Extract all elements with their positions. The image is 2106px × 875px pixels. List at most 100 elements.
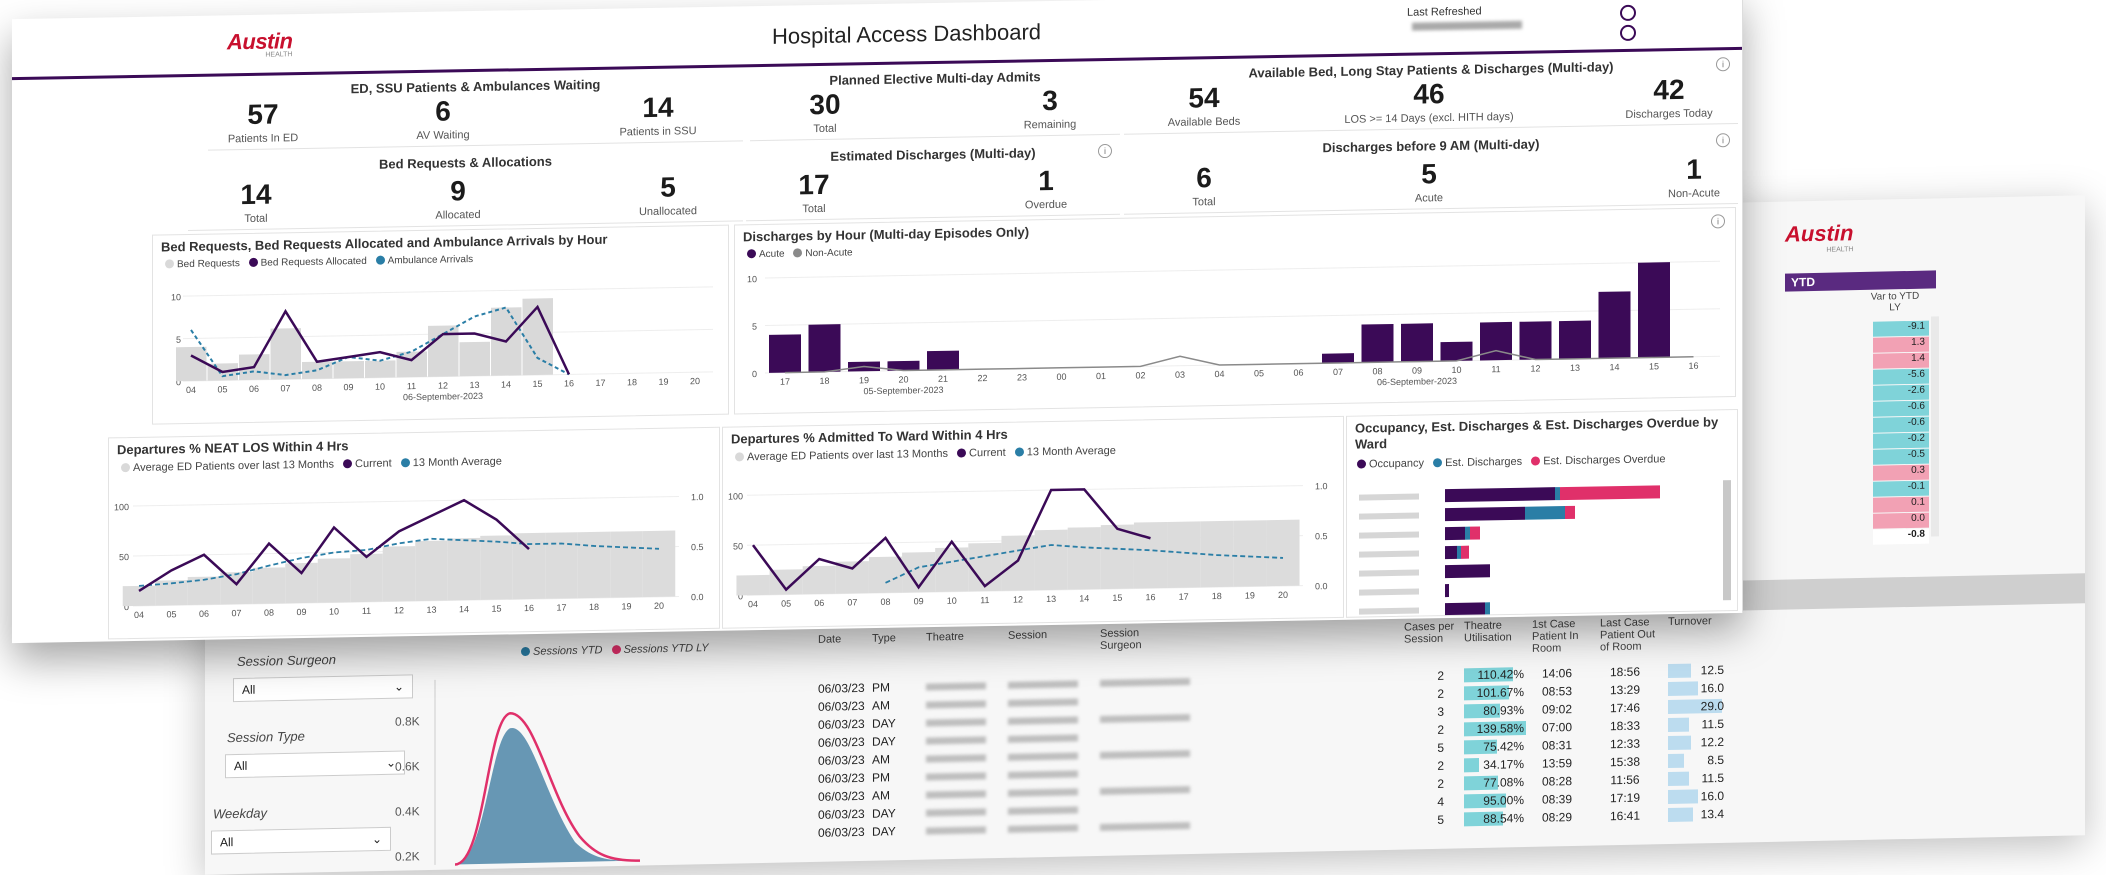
table-header[interactable]: 1st Case Patient In Room: [1532, 618, 1598, 655]
var-cell: 0.3: [1873, 464, 1929, 481]
neat-los-panel: Departures % NEAT LOS Within 4 Hrs Avera…: [108, 426, 720, 640]
x-tick: 03: [1175, 370, 1185, 380]
density-tick: 0.6K: [395, 759, 420, 774]
bar-est-overdue: [1565, 505, 1575, 519]
cell-last: 17:46: [1609, 700, 1641, 716]
occupancy-scrollbar[interactable]: [1723, 480, 1731, 601]
table-header[interactable]: Session: [1008, 628, 1074, 642]
x-tick: 11: [980, 595, 989, 605]
table-header[interactable]: Turnover: [1668, 615, 1734, 628]
x-tick: 18: [627, 377, 637, 387]
x-tick: 20: [1278, 590, 1288, 600]
back-logo-text: Austin: [1785, 220, 1854, 247]
chart5-title: Occupancy, Est. Discharges & Est. Discha…: [1355, 414, 1719, 452]
kpi-label: Total: [802, 202, 826, 216]
x-tick: 19: [658, 377, 668, 387]
x-tick: 05: [166, 609, 176, 619]
legend-sessions-ytd: Sessions YTD: [533, 644, 603, 658]
x-tick: 14: [501, 379, 511, 389]
cell-cases: 5: [1437, 812, 1444, 827]
chart3-legend: Average ED Patients over last 13 Months …: [115, 456, 502, 475]
x-tick: 12: [394, 605, 404, 615]
cell-turn: 12.5: [1700, 662, 1724, 678]
kpi-value: 57: [247, 98, 279, 130]
chart1-title: Bed Requests, Bed Requests Allocated and…: [161, 231, 608, 255]
legend-avg-ed: Average ED Patients over last 13 Months: [133, 458, 334, 474]
cell-last: 11:56: [1610, 772, 1640, 788]
cell-date: 06/03/23: [818, 716, 865, 732]
kpi-value: 17: [798, 168, 830, 201]
help-icon[interactable]: [1620, 4, 1636, 22]
legend-dot-icon: [375, 255, 385, 265]
redacted-session: [1008, 716, 1078, 725]
bar-acute: [1598, 291, 1631, 359]
x-tick: 21: [938, 374, 948, 384]
x-tick: 16: [1688, 361, 1698, 371]
x-tick: 11: [407, 381, 416, 391]
legend-non-acute: Non-Acute: [805, 247, 853, 260]
table-header[interactable]: Theatre Utilisation: [1464, 619, 1530, 645]
table-header[interactable]: Cases per Session: [1404, 620, 1470, 646]
table-header[interactable]: Session Surgeon: [1100, 627, 1166, 652]
bar-occupancy: [1445, 564, 1490, 579]
kpi-label: Acute: [1414, 192, 1444, 205]
redacted-session: [1008, 788, 1078, 797]
kpi-value: 5: [1421, 158, 1437, 190]
table-header[interactable]: Last Case Patient Out of Room: [1600, 616, 1666, 653]
var-scrollbar[interactable]: [1931, 316, 1939, 537]
redacted-session: [1008, 752, 1078, 761]
bar-est-discharges: [1465, 526, 1470, 540]
ward-label-redacted: [1359, 550, 1419, 558]
x-tick: 20: [690, 376, 700, 386]
var-cell: -0.8: [1873, 528, 1929, 545]
redacted-theatre: [926, 682, 986, 691]
bar-occupancy: [1445, 584, 1449, 598]
cell-first: 08:28: [1541, 774, 1573, 789]
bed-requests-chart-panel: Bed Requests, Bed Requests Allocated and…: [152, 224, 729, 425]
bar-occupancy: [1445, 487, 1555, 503]
x-tick: 16: [564, 378, 574, 388]
legend-dot-icon: [1357, 459, 1366, 469]
x-tick: 19: [1245, 590, 1255, 600]
kpi-value: 5: [660, 171, 676, 203]
bar-avg-ed: [350, 553, 383, 603]
bar-avg-ed: [642, 530, 676, 598]
redacted-session: [1008, 680, 1078, 689]
kpi-value: 1: [1686, 153, 1702, 185]
legend-sessions-ytd-ly: Sessions YTD LY: [623, 642, 709, 656]
bar-bed-requests: [333, 360, 364, 379]
x-tick: 05: [1254, 368, 1264, 378]
kpi-value: 1: [1038, 164, 1054, 197]
bar-acute: [1519, 321, 1552, 360]
gridline: [747, 485, 1303, 496]
bar-bed-requests: [365, 360, 396, 378]
cell-type: DAY: [872, 824, 896, 839]
cell-cases: 2: [1437, 722, 1444, 737]
cell-turn: 16.0: [1700, 788, 1724, 804]
x-tick: 08: [880, 597, 890, 607]
x-tick: 07: [847, 597, 857, 607]
x-tick: 04: [1214, 369, 1224, 379]
bar-avg-ed: [1133, 521, 1168, 589]
x-tick: 20: [654, 601, 664, 611]
redacted-theatre: [926, 790, 986, 799]
x-tick: 10: [1451, 365, 1461, 375]
slicer-weekday-dropdown[interactable]: All ⌄: [211, 826, 391, 855]
cell-type: DAY: [872, 734, 896, 749]
slicer-type-label: Session Type: [227, 728, 305, 746]
x-tick: 04: [186, 385, 196, 395]
info-icon[interactable]: [1620, 24, 1636, 42]
table-header[interactable]: Theatre: [926, 630, 992, 644]
var-cell: -0.1: [1873, 480, 1929, 497]
x-tick: 15: [491, 604, 501, 614]
legend-13-month: 13 Month Average: [412, 455, 502, 470]
x-tick: 13: [469, 380, 479, 390]
gridline: [183, 286, 713, 297]
chart4-legend: Average ED Patients over last 13 Months …: [729, 445, 1116, 464]
x-tick: 22: [977, 373, 987, 383]
x-tick: 10: [329, 606, 339, 616]
info-icon[interactable]: i: [1711, 214, 1725, 229]
cell-last: 13:29: [1609, 682, 1641, 698]
cell-turn: 13.4: [1700, 806, 1724, 822]
kpi-label: Discharges Today: [1625, 107, 1713, 121]
